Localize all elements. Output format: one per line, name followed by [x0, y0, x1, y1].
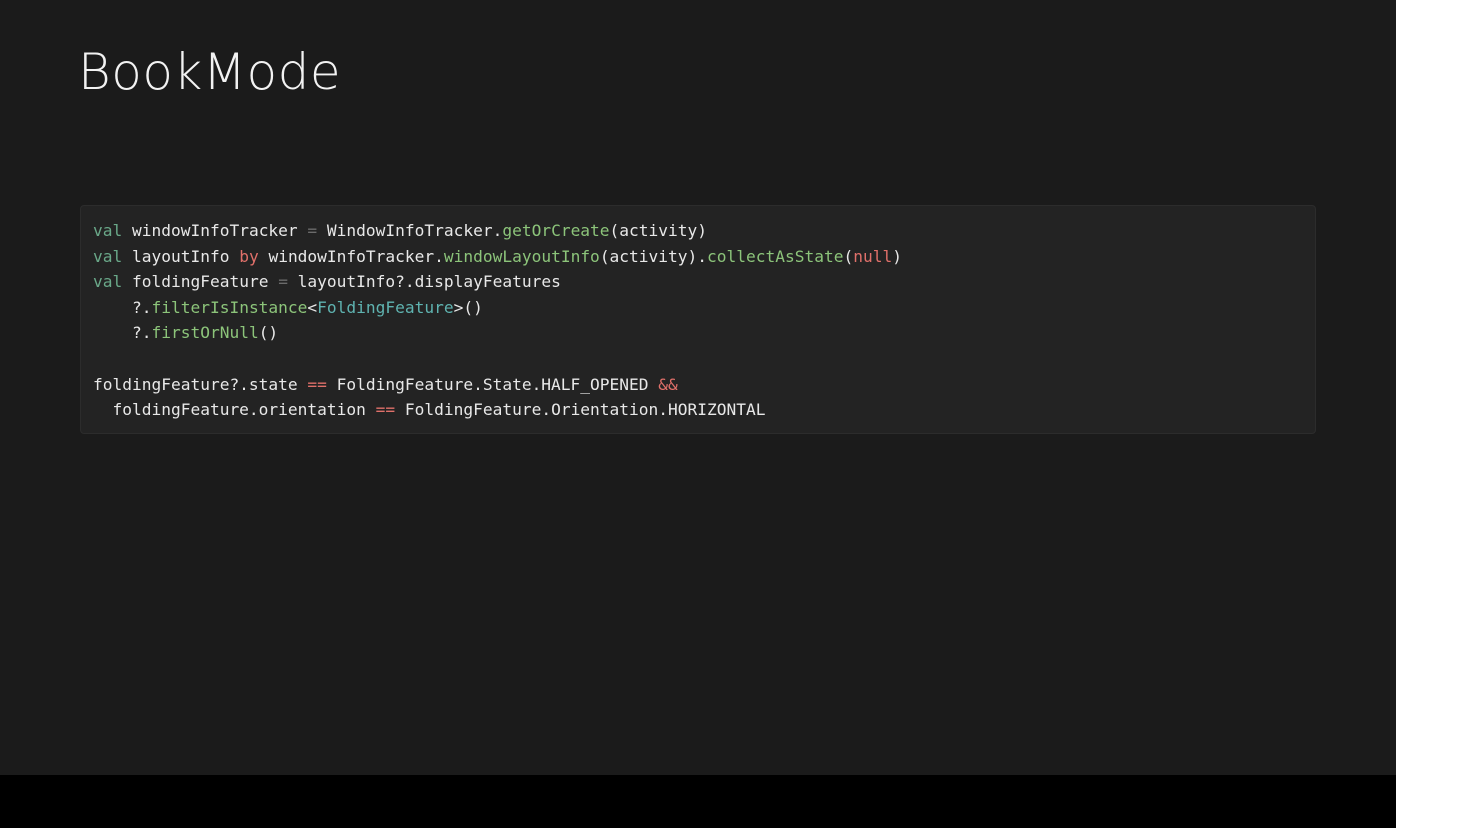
- slide-title: BookMode: [78, 43, 342, 101]
- slide: BookMode val windowInfoTracker = WindowI…: [0, 0, 1396, 775]
- right-gutter: [1396, 0, 1470, 828]
- code-token: windowLayoutInfo: [443, 246, 600, 266]
- code-line: foldingFeature?.state == FoldingFeature.…: [93, 372, 1303, 398]
- code-token: windowInfoTracker: [122, 221, 308, 240]
- code-token: ==: [307, 374, 327, 394]
- code-line: val foldingFeature = layoutInfo?.display…: [93, 269, 1303, 295]
- code-token: by: [239, 246, 259, 266]
- code-token: (activity).: [599, 246, 708, 266]
- code-line: ?.firstOrNull(): [93, 320, 1303, 346]
- code-token: ?.: [93, 323, 152, 343]
- code-token: firstOrNull: [151, 323, 259, 343]
- code-token: >(): [453, 297, 483, 317]
- code-token: filterIsInstance: [151, 297, 308, 317]
- code-token: layoutInfo?.displayFeatures: [287, 272, 561, 292]
- bottom-letterbox-bar: [0, 775, 1396, 828]
- code-token: ==: [375, 400, 396, 420]
- code-token: FoldingFeature.Orientation.HORIZONTAL: [395, 400, 766, 420]
- code-block: val windowInfoTracker = WindowInfoTracke…: [80, 205, 1316, 434]
- code-line: foldingFeature.orientation == FoldingFea…: [93, 397, 1303, 423]
- code-listing: val windowInfoTracker = WindowInfoTracke…: [93, 218, 1303, 423]
- code-token: =: [307, 221, 318, 240]
- code-token: WindowInfoTracker.: [317, 221, 503, 240]
- code-line: ?.filterIsInstance<FoldingFeature>(): [93, 295, 1303, 321]
- code-token: (): [258, 323, 279, 343]
- code-token: foldingFeature: [122, 272, 279, 292]
- code-token: <: [307, 297, 318, 317]
- code-token: val: [93, 246, 123, 266]
- code-line: val layoutInfo by windowInfoTracker.wind…: [93, 244, 1303, 270]
- code-token: FoldingFeature: [317, 297, 454, 317]
- code-token: foldingFeature?.state: [93, 374, 308, 394]
- code-token: =: [278, 272, 288, 292]
- code-token: ): [892, 246, 902, 266]
- code-token: (activity): [609, 221, 708, 240]
- code-token: null: [853, 246, 893, 266]
- code-token: val: [93, 272, 123, 292]
- code-token: windowInfoTracker.: [258, 246, 444, 266]
- code-token: foldingFeature.orientation: [93, 400, 376, 420]
- code-token: (: [843, 246, 854, 266]
- code-token: getOrCreate: [502, 221, 610, 240]
- code-token: FoldingFeature.State.HALF_OPENED: [326, 374, 659, 394]
- code-token: ?.: [93, 297, 152, 317]
- code-token: val: [93, 221, 123, 240]
- code-line: val windowInfoTracker = WindowInfoTracke…: [93, 218, 1303, 244]
- code-token: layoutInfo: [122, 246, 240, 266]
- code-token: collectAsState: [707, 246, 844, 266]
- code-token: &&: [658, 374, 678, 394]
